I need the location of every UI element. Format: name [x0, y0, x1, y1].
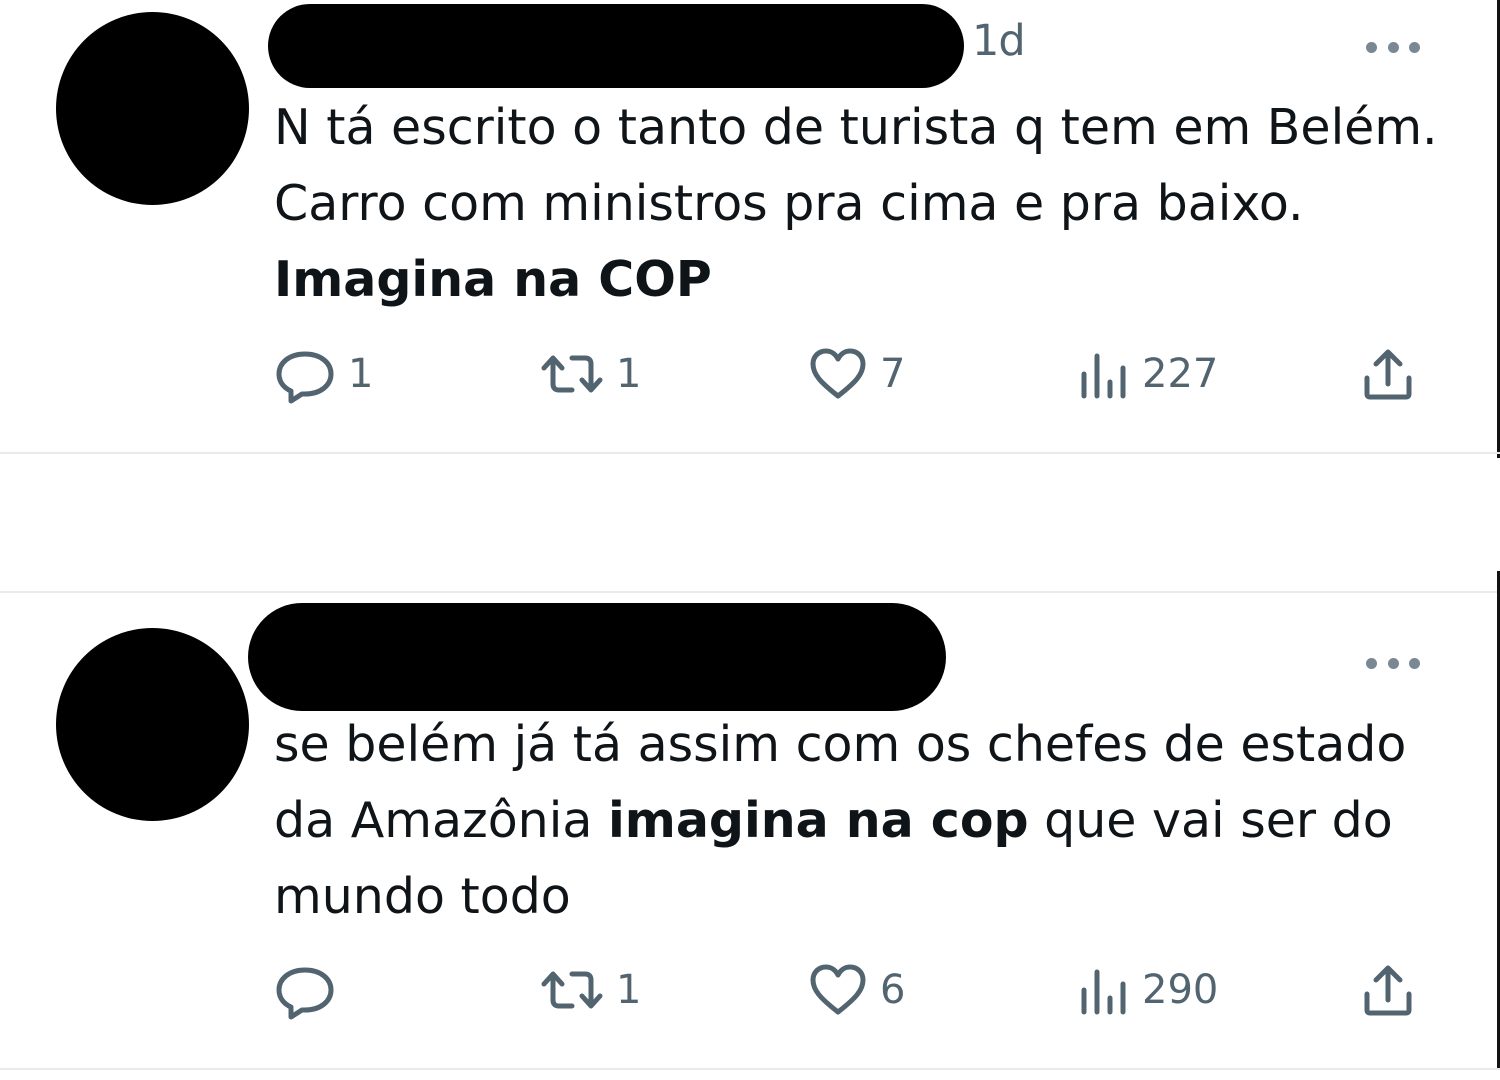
tweet-text-bold: imagina na cop — [607, 792, 1029, 849]
views-button[interactable]: 290 — [1078, 960, 1218, 1020]
reply-button[interactable]: 1 — [274, 344, 373, 404]
share-icon — [1364, 349, 1412, 400]
views-icon — [1081, 353, 1126, 399]
avatar[interactable] — [56, 628, 249, 821]
redacted-username[interactable] — [268, 4, 964, 88]
share-button[interactable] — [1360, 344, 1416, 404]
views-count: 290 — [1142, 967, 1219, 1013]
redacted-username[interactable] — [248, 603, 946, 711]
timestamp[interactable]: 1d — [972, 16, 1026, 66]
reply-icon — [276, 967, 334, 1020]
retweet-count: 1 — [616, 351, 642, 397]
avatar[interactable] — [56, 12, 249, 205]
tweet[interactable]: se belém já tá assim com os chefes de es… — [0, 571, 1500, 1068]
like-count: 6 — [880, 967, 906, 1013]
divider — [0, 452, 1500, 454]
retweet-icon — [541, 971, 603, 1009]
like-count: 7 — [880, 351, 906, 397]
reply-icon — [276, 351, 334, 404]
tweet-text: se belém já tá assim com os chefes de es… — [274, 707, 1454, 935]
share-button[interactable] — [1360, 960, 1416, 1020]
action-bar: 1 6 290 — [0, 960, 1500, 1020]
more-icon[interactable] — [1366, 40, 1420, 54]
like-button[interactable]: 6 — [808, 960, 905, 1020]
views-button[interactable]: 227 — [1078, 344, 1218, 404]
reply-count: 1 — [348, 351, 374, 397]
action-bar: 1 1 7 227 — [0, 344, 1500, 404]
divider — [0, 1068, 1500, 1070]
like-button[interactable]: 7 — [808, 344, 905, 404]
tweet-text-bold: Imagina na COP — [274, 251, 712, 308]
views-count: 227 — [1142, 351, 1219, 397]
views-icon — [1081, 969, 1126, 1015]
heart-icon — [810, 348, 866, 399]
tweet-text: N tá escrito o tanto de turista q tem em… — [274, 90, 1454, 318]
share-icon — [1364, 965, 1412, 1016]
retweet-count: 1 — [616, 967, 642, 1013]
retweet-button[interactable]: 1 — [540, 960, 641, 1020]
tweet[interactable]: 1d N tá escrito o tanto de turista q tem… — [0, 0, 1500, 458]
retweet-button[interactable]: 1 — [540, 344, 641, 404]
retweet-icon — [541, 355, 603, 393]
more-icon[interactable] — [1366, 656, 1420, 670]
tweet-text-part: N tá escrito o tanto de turista q tem em… — [274, 99, 1438, 232]
heart-icon — [810, 964, 866, 1015]
reply-button[interactable] — [274, 960, 348, 1020]
